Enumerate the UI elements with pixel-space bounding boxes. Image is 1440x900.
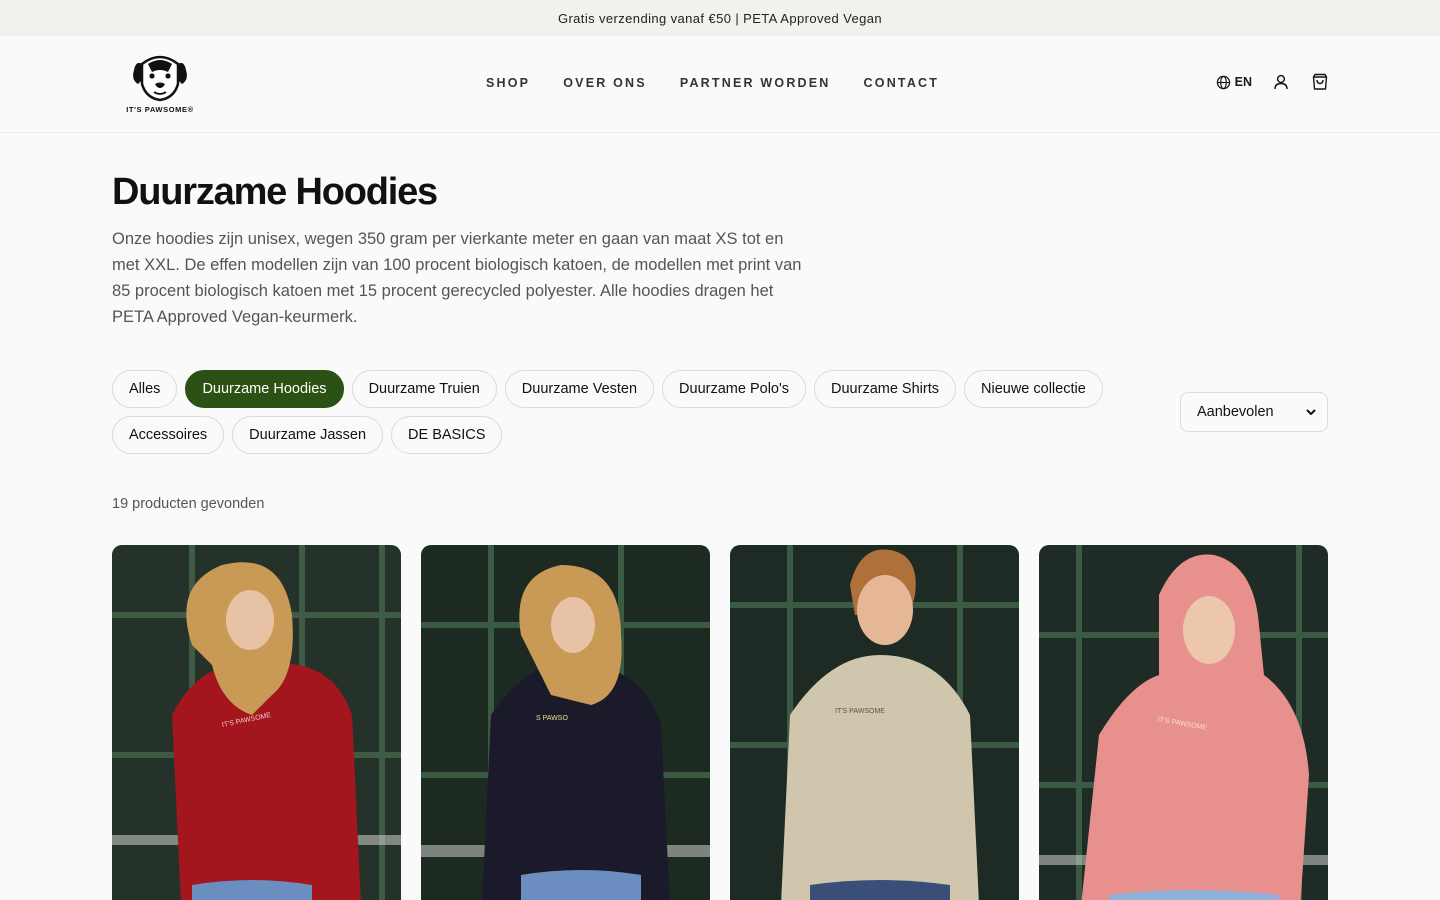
filter-chip-duurzame-jassen[interactable]: Duurzame Jassen	[232, 416, 384, 454]
filter-chip-duurzame-shirts[interactable]: Duurzame Shirts	[814, 370, 956, 408]
main-nav: SHOP OVER ONS PARTNER WORDEN CONTACT	[486, 76, 939, 90]
category-description: Onze hoodies zijn unisex, wegen 350 gram…	[112, 230, 802, 326]
language-switcher[interactable]: EN	[1216, 75, 1252, 90]
product-card[interactable]: IT'S PAWSOME	[730, 545, 1019, 900]
filter-bar: Alles Duurzame Hoodies Duurzame Truien D…	[112, 370, 1328, 456]
site-header: IT'S PAWSOME® SHOP OVER ONS PARTNER WORD…	[0, 36, 1440, 133]
product-image: IT'S PAWSOME	[730, 545, 1019, 900]
nav-partner-worden[interactable]: PARTNER WORDEN	[680, 76, 831, 90]
product-card[interactable]: IT'S PAWSOME	[1039, 545, 1328, 900]
hoodie-print-text: S PAWSO	[536, 715, 568, 722]
results-count: 19 producten gevonden	[112, 496, 265, 512]
sort-select[interactable]: Aanbevolen	[1180, 392, 1328, 432]
logo[interactable]: IT'S PAWSOME®	[118, 50, 202, 114]
header-actions: EN	[1216, 72, 1330, 92]
dog-logo-icon	[133, 55, 187, 102]
product-image: S PAWSO	[421, 545, 710, 900]
nav-shop[interactable]: SHOP	[486, 76, 530, 90]
announcement-bar: Gratis verzending vanaf €50 | PETA Appro…	[0, 0, 1440, 36]
language-label: EN	[1234, 75, 1252, 89]
hoodie-print-text: IT'S PAWSOME	[835, 708, 885, 715]
filter-chip-duurzame-vesten[interactable]: Duurzame Vesten	[504, 370, 655, 408]
cart-icon	[1312, 73, 1328, 90]
filter-chip-duurzame-truien[interactable]: Duurzame Truien	[351, 370, 497, 408]
logo-text: IT'S PAWSOME®	[126, 105, 194, 114]
nav-over-ons[interactable]: OVER ONS	[563, 76, 647, 90]
filter-chip-alles[interactable]: Alles	[112, 370, 178, 408]
filter-chip-duurzame-polos[interactable]: Duurzame Polo's	[662, 370, 807, 408]
main-content: Duurzame Hoodies Onze hoodies zijn unise…	[0, 171, 1440, 900]
product-card[interactable]: IT'S PAWSOME	[112, 545, 401, 900]
product-card[interactable]: S PAWSO	[421, 545, 710, 900]
product-image: IT'S PAWSOME	[112, 545, 401, 900]
filter-chip-duurzame-hoodies[interactable]: Duurzame Hoodies	[185, 370, 344, 408]
account-button[interactable]	[1272, 73, 1290, 91]
page-title: Duurzame Hoodies	[112, 171, 438, 213]
product-image: IT'S PAWSOME	[1039, 545, 1328, 900]
filter-chip-de-basics[interactable]: DE BASICS	[391, 416, 503, 454]
sort-selected-value: Aanbevolen	[1197, 404, 1274, 420]
hoodie-shape	[781, 655, 979, 900]
category-filters: Alles Duurzame Hoodies Duurzame Truien D…	[112, 370, 1142, 454]
product-grid: IT'S PAWSOME S PAWSO IT'S PAWSOME IT'S P…	[112, 545, 1328, 900]
announcement-text: Gratis verzending vanaf €50 | PETA Appro…	[557, 10, 883, 26]
filter-chip-accessoires[interactable]: Accessoires	[112, 416, 225, 454]
nav-contact[interactable]: CONTACT	[864, 76, 940, 90]
chevron-down-icon	[1306, 409, 1316, 415]
globe-icon	[1216, 75, 1230, 89]
filter-chip-nieuwe-collectie[interactable]: Nieuwe collectie	[964, 370, 1103, 408]
cart-button[interactable]	[1310, 72, 1330, 92]
account-icon	[1274, 74, 1288, 90]
